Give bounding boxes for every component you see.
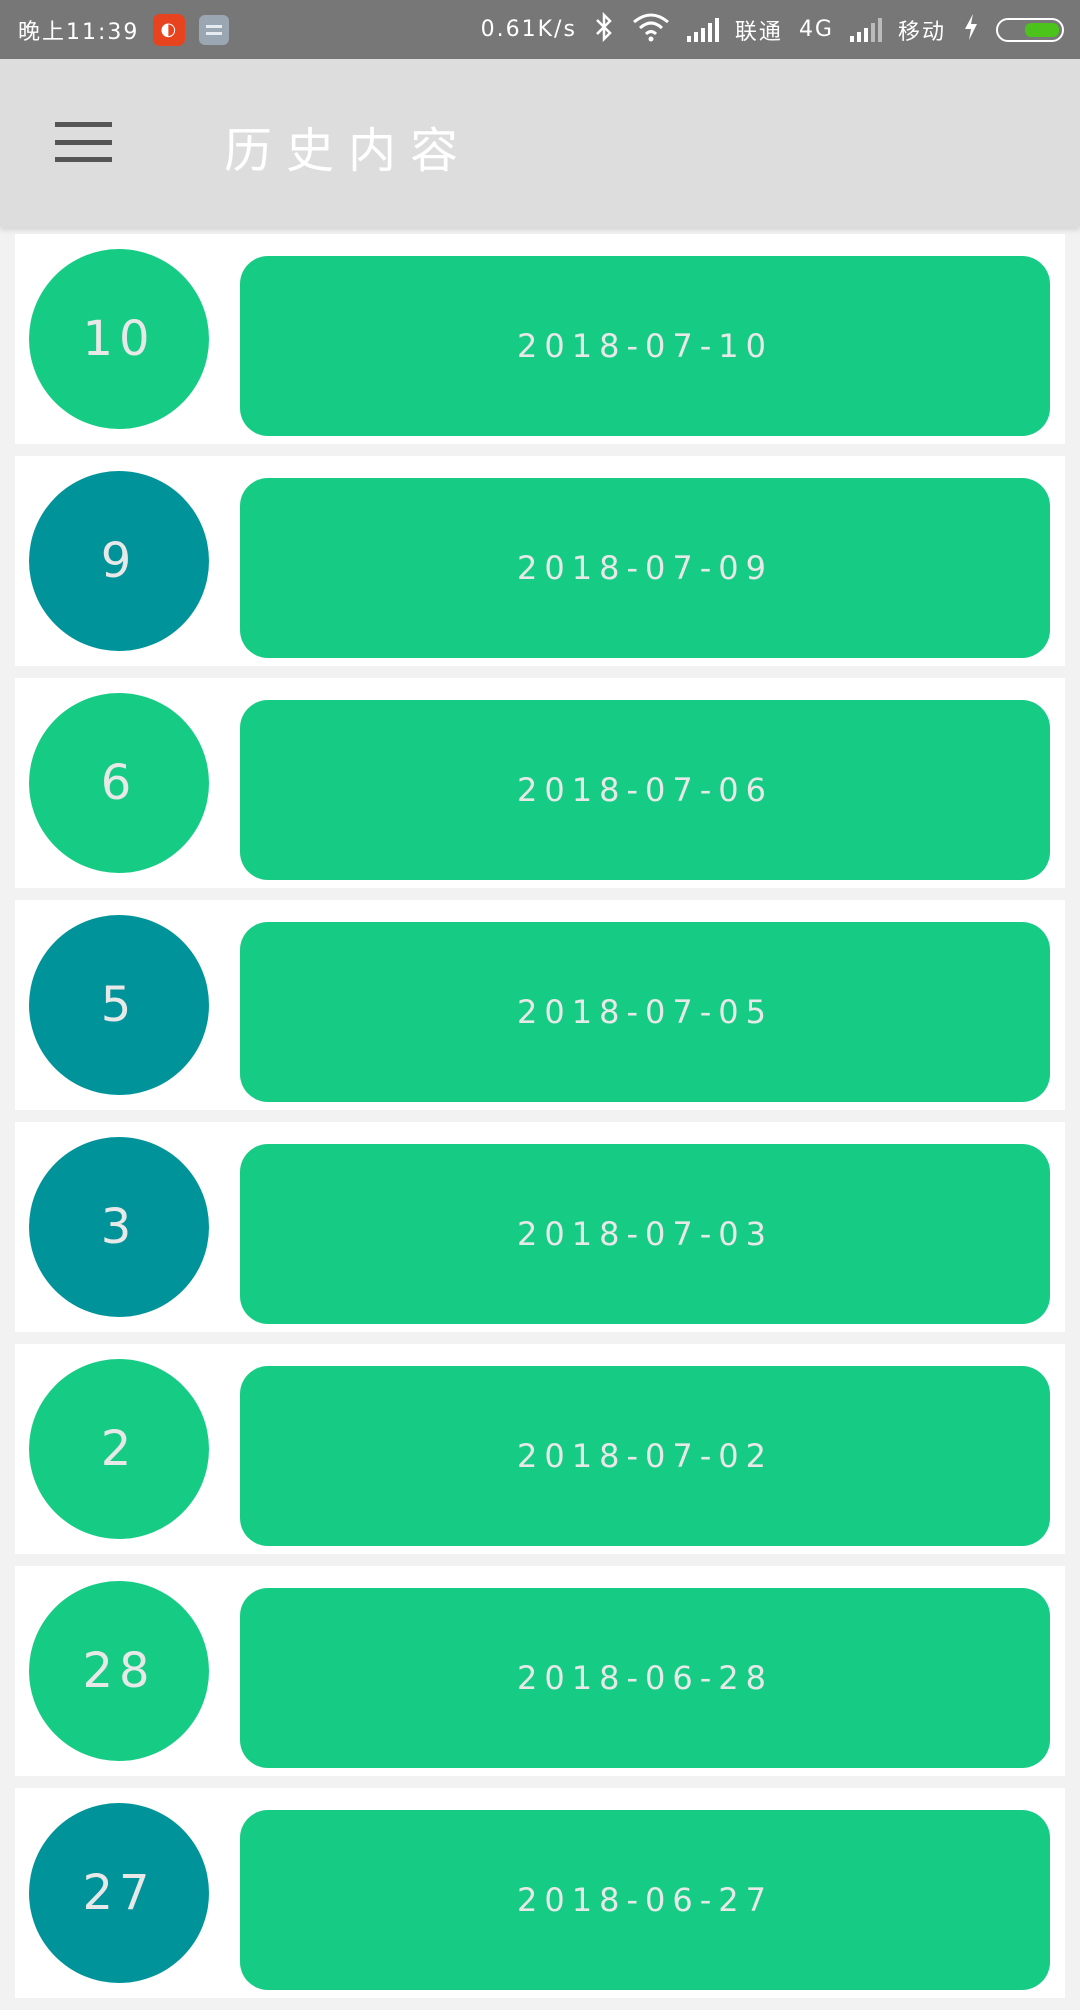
network-type: 4G (798, 17, 834, 42)
app-notification-icon: ◐ (153, 13, 186, 46)
carrier-1: 联通 (734, 19, 783, 45)
list-item[interactable]: 28 2018-06-28 (15, 1566, 1065, 1776)
date-button[interactable]: 2018-07-03 (240, 1144, 1050, 1324)
day-badge: 28 (29, 1581, 209, 1761)
day-badge: 10 (29, 249, 209, 429)
battery-icon (996, 17, 1064, 42)
signal-icon (686, 17, 719, 42)
wifi-icon (631, 12, 671, 48)
app-notification-icon-2 (199, 14, 230, 45)
list-item[interactable]: 3 2018-07-03 (15, 1122, 1065, 1332)
list-item[interactable]: 2 2018-07-02 (15, 1344, 1065, 1554)
day-badge: 3 (29, 1137, 209, 1317)
day-badge: 27 (29, 1803, 209, 1983)
list-item[interactable]: 10 2018-07-10 (15, 234, 1065, 444)
list-item[interactable]: 27 2018-06-27 (15, 1788, 1065, 1998)
day-badge: 5 (29, 915, 209, 1095)
day-badge: 9 (29, 471, 209, 651)
list-item[interactable]: 5 2018-07-05 (15, 900, 1065, 1110)
day-badge: 6 (29, 693, 209, 873)
page-title: 历史内容 (224, 123, 473, 179)
network-speed: 0.61K/s (480, 17, 577, 42)
list-item[interactable]: 6 2018-07-06 (15, 678, 1065, 888)
history-list[interactable]: 10 2018-07-10 9 2018-07-09 6 2018-07-06 … (15, 234, 1065, 2010)
top-app-bar: 历史内容 (0, 59, 1080, 227)
status-bar: 晚上11:39 ◐ 0.61K/s 联通 4G 移动 (0, 0, 1080, 59)
list-item[interactable]: 9 2018-07-09 (15, 456, 1065, 666)
bluetooth-icon (593, 11, 615, 48)
status-time: 晚上11:39 (18, 19, 140, 45)
date-button[interactable]: 2018-06-27 (240, 1810, 1050, 1990)
carrier-2: 移动 (897, 19, 946, 45)
day-badge: 2 (29, 1359, 209, 1539)
hamburger-menu-icon[interactable] (55, 122, 112, 162)
date-button[interactable]: 2018-07-09 (240, 478, 1050, 658)
date-button[interactable]: 2018-07-06 (240, 700, 1050, 880)
date-button[interactable]: 2018-07-10 (240, 256, 1050, 436)
date-button[interactable]: 2018-07-02 (240, 1366, 1050, 1546)
signal-icon-2 (849, 17, 882, 42)
charging-icon (962, 12, 980, 48)
date-button[interactable]: 2018-07-05 (240, 922, 1050, 1102)
date-button[interactable]: 2018-06-28 (240, 1588, 1050, 1768)
